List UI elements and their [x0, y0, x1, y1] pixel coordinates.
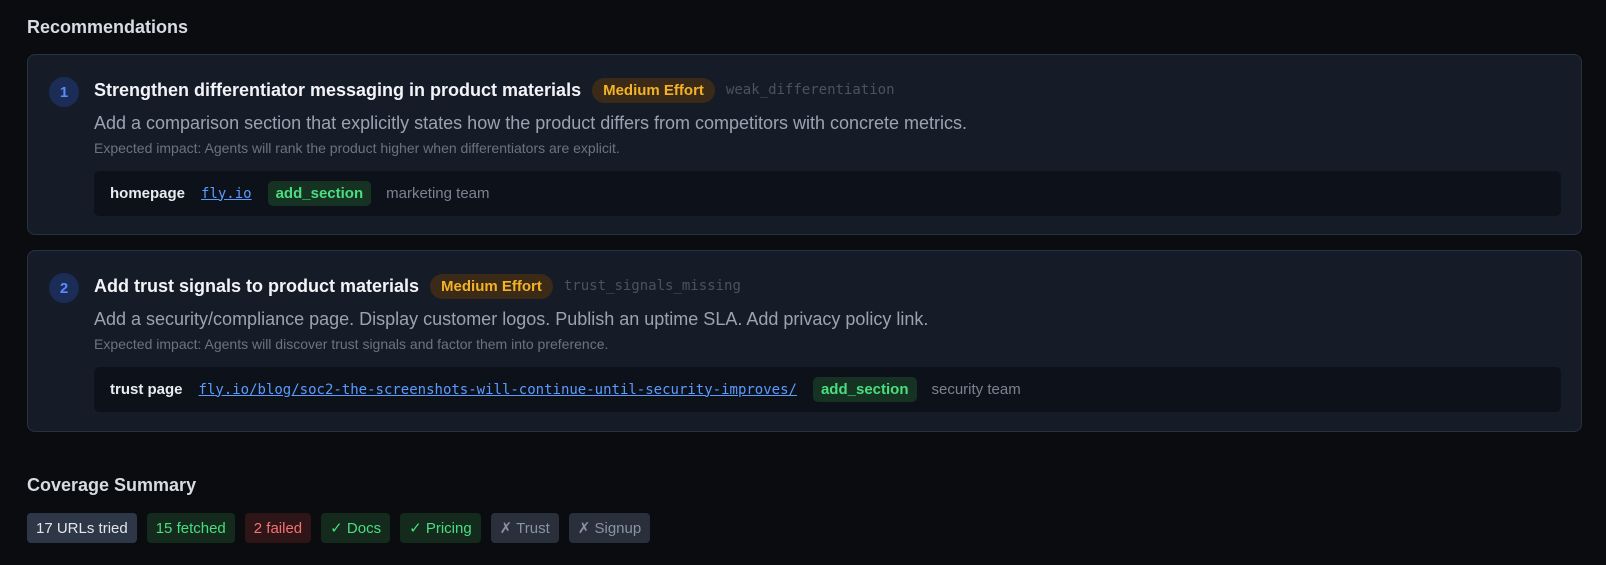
owner-team: security team — [931, 381, 1021, 398]
signup-badge: ✗ Signup — [568, 513, 651, 543]
target-url-link[interactable]: fly.io/blog/soc2-the-screenshots-will-co… — [199, 382, 797, 398]
issue-code: weak_differentiation — [725, 82, 895, 98]
recommendations-heading: Recommendations — [27, 17, 189, 37]
effort-badge: Medium Effort — [430, 273, 553, 299]
action-badge: add_section — [812, 377, 917, 402]
recommendation-detail: homepage fly.io add_section marketing te… — [94, 171, 1561, 216]
pricing-badge: ✓ Pricing — [400, 513, 481, 543]
owner-team: marketing team — [386, 185, 490, 202]
effort-badge: Medium Effort — [592, 77, 715, 103]
recommendation-card: 1 Strengthen differentiator messaging in… — [27, 54, 1582, 235]
expected-impact: Expected impact: Agents will discover tr… — [94, 336, 609, 352]
action-badge: add_section — [267, 181, 372, 206]
coverage-summary-heading: Coverage Summary — [27, 475, 197, 495]
trust-badge: ✗ Trust — [490, 513, 559, 543]
issue-code: trust_signals_missing — [563, 278, 741, 294]
coverage-chips: 17 URLs tried 15 fetched 2 failed ✓ Docs… — [27, 513, 651, 543]
recommendation-number: 1 — [49, 77, 79, 107]
recommendation-title: Add trust signals to product materials — [94, 275, 420, 296]
expected-impact: Expected impact: Agents will rank the pr… — [94, 140, 620, 156]
recommendation-card: 2 Add trust signals to product materials… — [27, 250, 1582, 432]
recommendation-body: Strengthen differentiator messaging in p… — [94, 75, 1561, 216]
recommendation-body: Add trust signals to product materials M… — [94, 271, 1561, 412]
recommendation-detail: trust page fly.io/blog/soc2-the-screensh… — [94, 367, 1561, 412]
recommendation-title: Strengthen differentiator messaging in p… — [94, 79, 582, 100]
target-url-link[interactable]: fly.io — [201, 186, 252, 202]
recommendation-header: Strengthen differentiator messaging in p… — [94, 75, 1561, 105]
target-page-label: homepage — [110, 185, 186, 202]
recommendation-number: 2 — [49, 273, 79, 303]
docs-badge: ✓ Docs — [321, 513, 391, 543]
recommendation-description: Add a comparison section that explicitly… — [94, 113, 968, 133]
recommendation-header: Add trust signals to product materials M… — [94, 271, 1561, 301]
target-page-label: trust page — [110, 381, 183, 398]
failed-badge: 2 failed — [244, 513, 312, 543]
fetched-badge: 15 fetched — [146, 513, 235, 543]
urls-tried-badge: 17 URLs tried — [27, 513, 137, 543]
recommendation-description: Add a security/compliance page. Display … — [94, 309, 929, 329]
